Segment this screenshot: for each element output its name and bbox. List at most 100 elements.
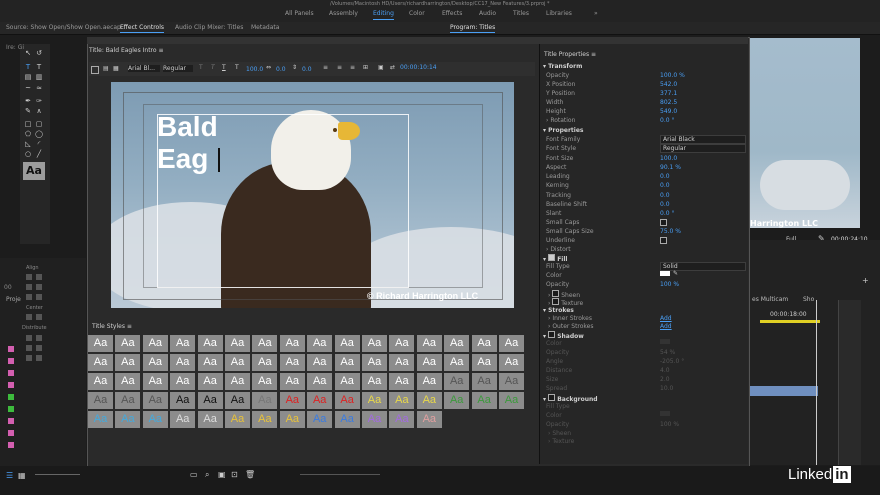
timeline-work-area-bar[interactable] [760,320,820,323]
title-style-swatch[interactable]: Aa [307,392,333,409]
type-tool-icon[interactable]: T [24,64,32,71]
title-style-swatch[interactable]: Aa [88,411,113,428]
new-item-icon[interactable]: ▣ [218,470,226,479]
title-style-swatch[interactable]: Aa [334,373,360,390]
new-bin-icon[interactable]: ▭ [190,470,198,479]
texture-row[interactable]: › Texture [548,298,583,307]
align-middle-icon[interactable] [36,284,42,290]
templates-icon[interactable]: ▦ [113,65,119,72]
title-style-swatch[interactable]: Aa [389,392,415,409]
baseline-shift-value[interactable]: 0.0 [660,201,670,208]
title-text-line2[interactable]: Eag [157,144,208,174]
shadow-angle-value[interactable]: -205.0 ° [660,358,684,365]
properties-menu-icon[interactable]: ≡ [591,51,596,58]
title-style-swatch[interactable]: Aa [444,373,470,390]
underline-checkbox[interactable] [660,237,667,244]
title-style-swatch[interactable]: Aa [307,354,333,371]
title-style-swatch[interactable]: Aa [471,392,497,409]
italic-icon[interactable]: T [211,64,215,71]
underline-icon[interactable]: T [222,64,226,71]
distribute-center-icon[interactable] [36,335,42,341]
title-style-swatch[interactable]: Aa [252,373,278,390]
fill-color-swatch[interactable] [660,271,670,276]
align-left-text-icon[interactable]: ≡ [323,64,328,71]
outer-strokes-row[interactable]: › Outer Strokes [548,323,594,330]
shadow-size-value[interactable]: 2.0 [660,376,670,383]
title-style-swatch[interactable]: Aa [197,373,223,390]
title-style-swatch[interactable]: Aa [115,354,141,371]
add-outer-stroke-link[interactable]: Add [660,323,672,330]
panel-menu-icon[interactable]: ≡ [158,47,163,54]
title-style-swatch[interactable]: Aa [142,392,168,409]
distribute-left-icon[interactable] [26,335,32,341]
align-bottom-icon[interactable] [36,294,42,300]
ellipse-tool-icon[interactable]: ○ [24,151,32,158]
kerning-prop-value[interactable]: 0.0 [660,182,670,189]
title-style-swatch[interactable]: Aa [471,335,497,352]
background-timecode[interactable]: 00:00:10:14 [400,64,437,71]
distribute-top-icon[interactable] [26,355,32,361]
title-style-swatch[interactable]: Aa [389,373,415,390]
titler-window-header[interactable] [87,37,748,44]
title-style-swatch[interactable]: Aa [444,335,470,352]
clipped-corner-tool-icon[interactable]: ⬠ [24,131,32,138]
x-position-value[interactable]: 542.0 [660,81,677,88]
title-style-swatch[interactable]: Aa [170,354,196,371]
area-type-tool-icon[interactable]: ▤ [24,74,32,81]
align-left-icon[interactable] [26,274,32,280]
rectangle-tool-icon[interactable]: □ [24,121,32,128]
tab-source[interactable]: Source: Show Open/Show Open.aecap [6,24,121,31]
list-view-icon[interactable]: ☰ [6,471,13,480]
title-style-swatch[interactable]: Aa [334,335,360,352]
project-tab[interactable]: Proje [6,296,21,303]
rotation-row[interactable]: › Rotation [546,117,575,124]
height-value[interactable]: 549.0 [660,108,677,115]
title-style-swatch[interactable]: Aa [444,392,470,409]
vertical-path-type-tool-icon[interactable]: ≈ [35,85,43,92]
title-style-swatch[interactable]: Aa [88,373,113,390]
icon-view-icon[interactable]: ▦ [18,471,26,480]
timeline-tab-show[interactable]: Sho [803,296,814,303]
title-style-swatch[interactable]: Aa [252,392,278,409]
shadow-section[interactable]: ▾ Shadow [543,331,584,340]
slant-value[interactable]: 0.0 ° [660,210,674,217]
opacity-value[interactable]: 100.0 % [660,72,685,79]
distribute-right-icon[interactable] [26,345,32,351]
timeline-tab-multicam[interactable]: es Multicam [752,296,788,303]
new-item-icon[interactable]: ⊡ [231,470,238,479]
add-inner-stroke-link[interactable]: Add [660,315,672,322]
title-style-swatch[interactable]: Aa [197,411,223,428]
title-style-swatch[interactable]: Aa [115,411,141,428]
path-type-tool-icon[interactable]: ~ [24,85,32,92]
zoom-slider[interactable] [35,474,80,475]
align-top-icon[interactable] [26,284,32,290]
background-texture-row[interactable]: › Texture [548,438,574,445]
leading-value[interactable]: 0.0 [302,66,312,73]
pen-tool-icon[interactable]: ✒ [24,98,32,105]
aspect-value[interactable]: 90.1 % [660,164,681,171]
rounded-corner-tool-icon[interactable]: ◯ [35,131,43,138]
shadow-checkbox[interactable] [548,331,556,338]
title-style-swatch[interactable]: Aa [142,411,168,428]
selection-tool-icon[interactable]: ↖ [24,50,32,57]
title-style-swatch[interactable]: Aa [197,392,223,409]
title-style-swatch[interactable]: Aa [471,354,497,371]
title-style-swatch[interactable]: Aa [252,335,278,352]
font-style-dropdown[interactable]: Regular [163,65,193,72]
title-style-swatch[interactable]: Aa [499,392,524,409]
rotation-tool-icon[interactable]: ↺ [35,50,43,57]
title-canvas[interactable]: Bald Eag © Richard Harrington LLC [111,82,514,308]
title-style-swatch[interactable]: Aa [389,354,415,371]
fill-section[interactable]: ▾ Fill [543,254,567,263]
title-style-swatch[interactable]: Aa [225,392,250,409]
title-style-swatch[interactable]: Aa [362,354,387,371]
tracking-value[interactable]: 0.0 [660,192,670,199]
title-style-swatch[interactable]: Aa [252,354,278,371]
title-style-swatch[interactable]: Aa [142,335,168,352]
vertical-area-type-tool-icon[interactable]: ▥ [35,74,43,81]
bold-icon[interactable]: T [199,64,203,71]
workspace-editing[interactable]: Editing [373,10,394,20]
font-style-select[interactable]: Regular [660,144,746,153]
titler-title-tab[interactable]: Title: Bald Eagles Intro ≡ [89,47,535,57]
roll-crawl-icon[interactable]: ▤ [103,65,109,72]
